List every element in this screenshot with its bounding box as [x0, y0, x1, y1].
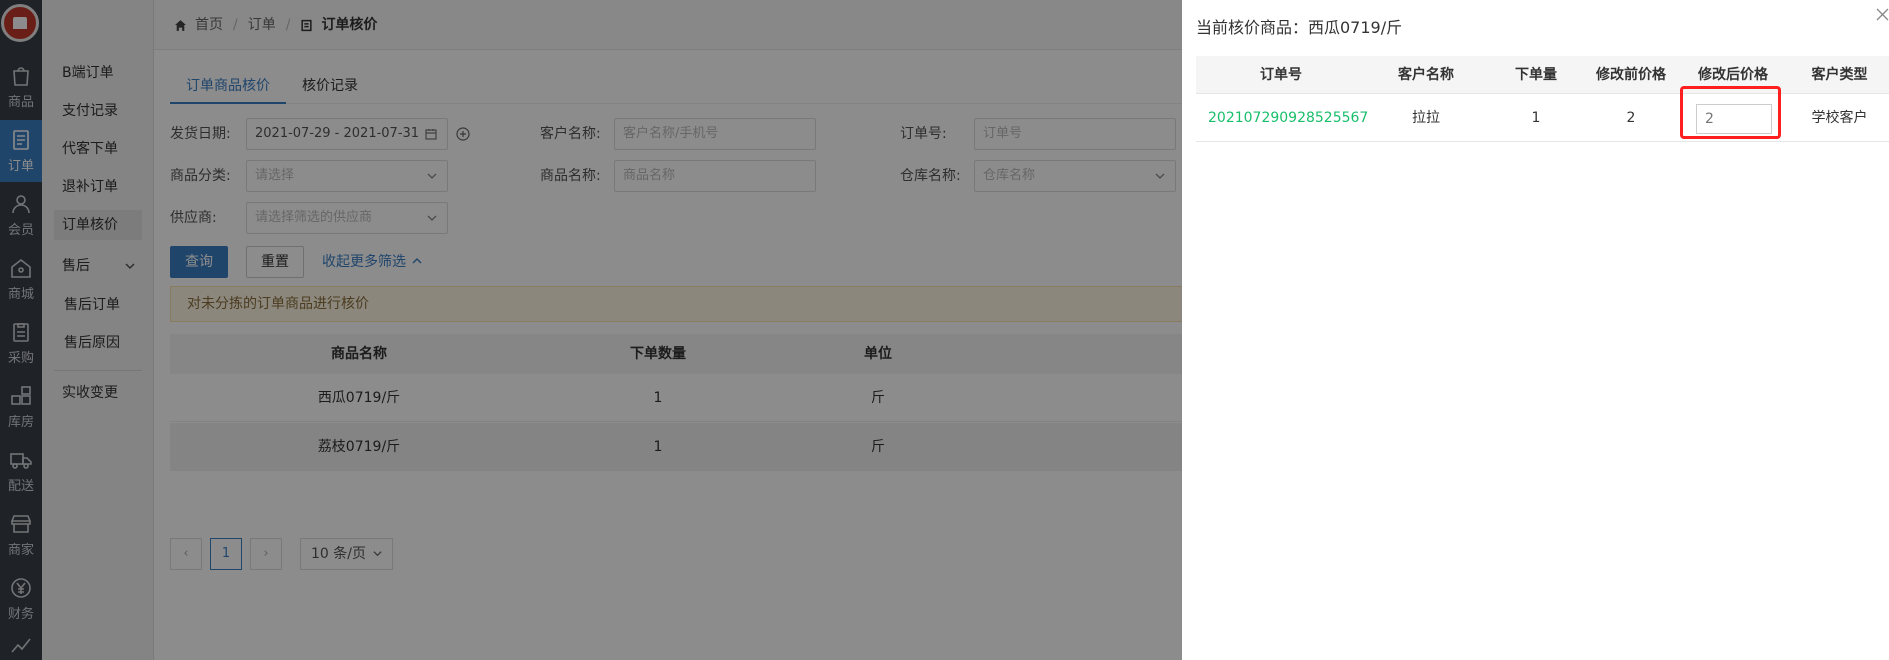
drawer-header-quantity: 下单量: [1515, 67, 1557, 83]
drawer-header-order-no: 订单号: [1260, 67, 1302, 83]
drawer-cell-customer-type: 学校客户: [1811, 110, 1868, 126]
drawer-header-customer: 客户名称: [1398, 67, 1454, 83]
close-icon[interactable]: [1876, 8, 1889, 21]
drawer-cell-order-no[interactable]: 202107290928525567: [1196, 94, 1368, 142]
drawer-cell-price-before: 2: [1626, 110, 1636, 126]
drawer-cell-quantity: 1: [1531, 110, 1541, 126]
drawer-header-customer-type: 客户类型: [1811, 67, 1868, 83]
drawer-header-price-before: 修改前价格: [1596, 67, 1666, 83]
drawer-cell-customer: 拉拉: [1412, 110, 1440, 126]
drawer-title: 当前核价商品：西瓜0719/斤: [1196, 18, 1403, 37]
highlight-box: [1680, 86, 1781, 139]
